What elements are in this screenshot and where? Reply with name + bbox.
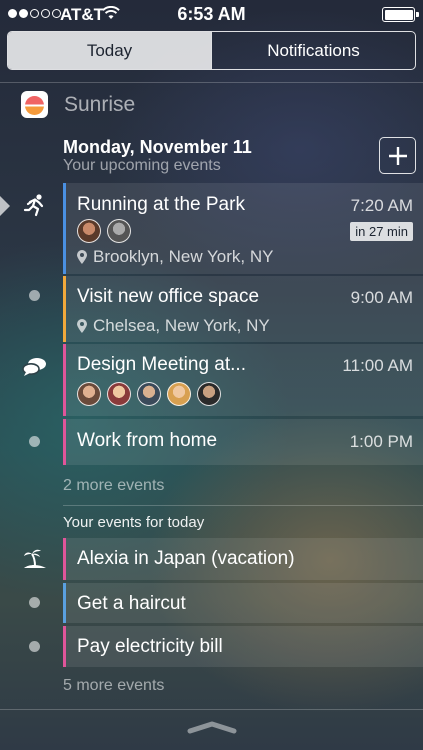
event-title: Pay electricity bill — [77, 636, 223, 657]
event-time: 1:00 PM — [349, 432, 413, 451]
event-row[interactable]: Alexia in Japan (vacation) — [63, 538, 423, 580]
date-subtitle: Your upcoming events — [63, 157, 221, 174]
event-dot — [29, 597, 40, 608]
date-title: Monday, November 11 — [63, 137, 252, 157]
location-pin-icon — [77, 319, 87, 333]
event-title: Work from home — [77, 430, 218, 451]
attendee-avatars — [77, 382, 221, 406]
avatar — [77, 382, 101, 406]
event-title: Visit new office space — [77, 286, 260, 307]
app-title[interactable]: Sunrise — [64, 93, 135, 117]
event-color-bar — [63, 419, 66, 465]
event-location-text: Chelsea, New York, NY — [93, 316, 270, 335]
event-location: Brooklyn, New York, NY — [77, 247, 273, 267]
event-dot — [29, 436, 40, 447]
section-label: Your events for today — [63, 514, 205, 531]
tab-notifications[interactable]: Notifications — [211, 32, 415, 69]
status-bar: AT&T 6:53 AM — [0, 0, 423, 28]
event-time: 11:00 AM — [342, 356, 413, 375]
view-segmented-control: Today Notifications — [7, 31, 416, 70]
event-dot — [29, 290, 40, 301]
running-icon — [23, 194, 44, 217]
palm-tree-icon — [24, 549, 46, 568]
event-row[interactable]: Running at the Park 7:20 AM in 27 min Br… — [63, 183, 423, 274]
countdown-badge: in 27 min — [350, 222, 413, 241]
more-today-events-link[interactable]: 5 more events — [63, 677, 164, 695]
event-row[interactable]: Design Meeting at... 11:00 AM — [63, 344, 423, 416]
divider — [0, 82, 423, 83]
status-time: 6:53 AM — [177, 4, 246, 24]
event-time: 7:20 AM — [350, 196, 413, 215]
more-upcoming-events-link[interactable]: 2 more events — [63, 477, 164, 495]
avatar — [137, 382, 161, 406]
divider — [0, 709, 423, 710]
event-title: Design Meeting at... — [77, 354, 246, 375]
event-color-bar — [63, 538, 66, 580]
divider — [63, 505, 423, 506]
avatar — [167, 382, 191, 406]
tab-today[interactable]: Today — [8, 32, 211, 69]
event-title: Get a haircut — [77, 593, 186, 614]
add-event-button[interactable] — [379, 137, 416, 174]
event-row[interactable]: Work from home 1:00 PM — [63, 419, 423, 465]
event-title: Running at the Park — [77, 194, 245, 215]
event-time: 9:00 AM — [350, 288, 413, 307]
event-color-bar — [63, 183, 66, 274]
avatar — [107, 382, 131, 406]
battery-icon — [382, 7, 419, 22]
avatar — [107, 219, 131, 243]
current-event-pointer — [0, 196, 10, 216]
plus-icon — [388, 146, 407, 165]
event-location: Chelsea, New York, NY — [77, 316, 270, 336]
event-color-bar — [63, 626, 66, 667]
event-color-bar — [63, 344, 66, 416]
event-color-bar — [63, 583, 66, 623]
event-dot — [29, 641, 40, 652]
location-pin-icon — [77, 250, 87, 264]
event-location-text: Brooklyn, New York, NY — [93, 247, 274, 266]
event-title: Alexia in Japan (vacation) — [77, 548, 295, 569]
event-row[interactable]: Visit new office space 9:00 AM Chelsea, … — [63, 276, 423, 342]
event-color-bar — [63, 276, 66, 342]
grabber-handle-icon[interactable] — [186, 720, 238, 734]
attendee-avatars — [77, 219, 131, 243]
event-row[interactable]: Pay electricity bill — [63, 626, 423, 667]
chat-bubbles-icon — [22, 358, 46, 376]
avatar — [197, 382, 221, 406]
sunrise-app-icon[interactable] — [21, 91, 48, 118]
avatar — [77, 219, 101, 243]
event-row[interactable]: Get a haircut — [63, 583, 423, 623]
